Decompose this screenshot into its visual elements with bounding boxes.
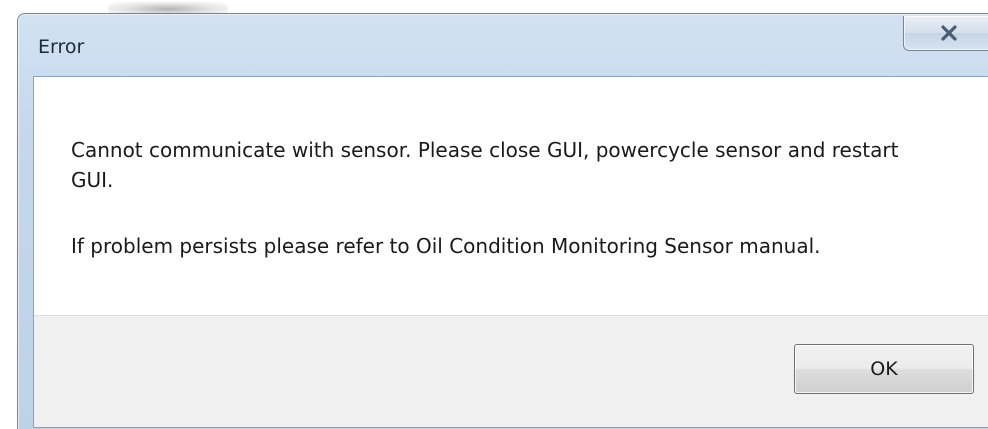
close-icon: [941, 25, 957, 41]
error-message-secondary: If problem persists please refer to Oil …: [71, 234, 821, 258]
close-button[interactable]: [903, 16, 988, 51]
title-bar[interactable]: Error: [18, 14, 988, 76]
dialog-client-area: Cannot communicate with sensor. Please c…: [33, 76, 988, 428]
ok-button[interactable]: OK: [794, 344, 974, 394]
error-dialog: Error Cannot communicate with sensor. Pl…: [17, 13, 988, 429]
button-bar: OK: [34, 315, 988, 427]
screen: Error Cannot communicate with sensor. Pl…: [0, 0, 988, 429]
dialog-title: Error: [38, 36, 85, 58]
error-message-primary: Cannot communicate with sensor. Please c…: [71, 138, 899, 192]
message-area: Cannot communicate with sensor. Please c…: [34, 77, 988, 315]
